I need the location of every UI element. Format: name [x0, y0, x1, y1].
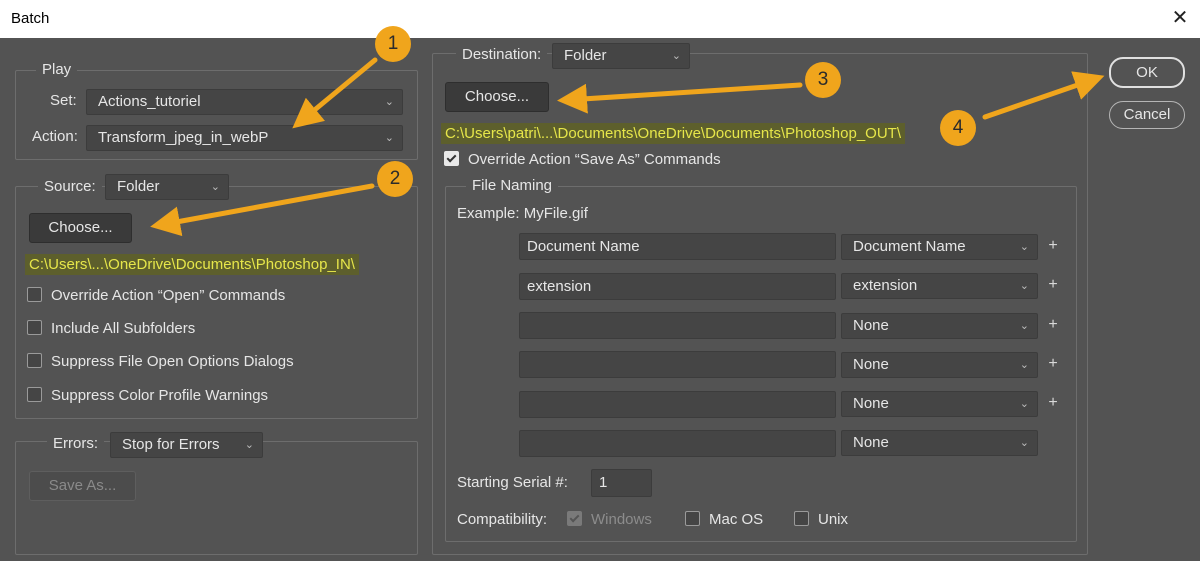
batch-dialog: Play Set: Actions_tutoriel ⌄ Action: Tra…	[0, 38, 1200, 561]
chevron-down-icon: ⌄	[1019, 241, 1029, 253]
naming-field-4[interactable]	[519, 351, 836, 378]
source-select[interactable]: Folder ⌄	[105, 174, 229, 200]
ok-button[interactable]: OK	[1109, 57, 1185, 88]
naming-field-3[interactable]	[519, 312, 836, 339]
action-select[interactable]: Transform_jpeg_in_webP ⌄	[86, 125, 403, 151]
checkbox-icon	[27, 320, 42, 335]
destination-path: C:\Users\patri\...\Documents\OneDrive\Do…	[441, 123, 906, 144]
destination-select-value: Folder	[564, 47, 607, 64]
source-select-value: Folder	[117, 178, 160, 195]
annotation-badge-1: 1	[375, 26, 411, 62]
action-select-value: Transform_jpeg_in_webP	[98, 129, 269, 146]
naming-field-6[interactable]	[519, 430, 836, 457]
naming-select-3[interactable]: None ⌄	[841, 313, 1038, 339]
action-label: Action:	[32, 128, 78, 145]
chevron-down-icon: ⌄	[210, 181, 220, 193]
play-legend: Play	[36, 61, 78, 78]
chevron-down-icon: ⌄	[1019, 398, 1029, 410]
override-save-as-checkbox[interactable]: Override Action “Save As” Commands	[444, 151, 721, 168]
compat-unix-label: Unix	[818, 511, 849, 528]
errors-select-value: Stop for Errors	[122, 436, 220, 453]
destination-select[interactable]: Folder ⌄	[552, 43, 690, 69]
checkbox-icon	[27, 353, 42, 368]
add-field-icon[interactable]: +	[1046, 276, 1060, 294]
naming-select-value: Document Name	[853, 238, 966, 255]
naming-field-5[interactable]	[519, 391, 836, 418]
override-save-as-label: Override Action “Save As” Commands	[468, 151, 721, 168]
naming-select-5[interactable]: None ⌄	[841, 391, 1038, 417]
checkbox-icon	[794, 511, 809, 526]
set-select[interactable]: Actions_tutoriel ⌄	[86, 89, 403, 115]
save-as-button[interactable]: Save As...	[29, 471, 136, 501]
errors-label: Errors:	[47, 435, 104, 452]
close-icon[interactable]: ✕	[1168, 6, 1192, 30]
add-field-icon[interactable]: +	[1046, 316, 1060, 334]
checkbox-icon	[685, 511, 700, 526]
naming-example: Example: MyFile.gif	[457, 205, 588, 222]
suppress-open-dialogs-label: Suppress File Open Options Dialogs	[51, 353, 294, 370]
compat-macos-checkbox[interactable]: Mac OS	[685, 511, 763, 528]
naming-select-value: None	[853, 395, 889, 412]
chevron-down-icon: ⌄	[384, 96, 394, 108]
naming-select-value: None	[853, 356, 889, 373]
naming-select-4[interactable]: None ⌄	[841, 352, 1038, 378]
naming-select-6[interactable]: None ⌄	[841, 430, 1038, 456]
suppress-color-warnings-label: Suppress Color Profile Warnings	[51, 387, 269, 404]
destination-choose-button[interactable]: Choose...	[445, 82, 549, 112]
compat-windows-label: Windows	[591, 511, 652, 528]
naming-select-value: None	[853, 317, 889, 334]
serial-label: Starting Serial #:	[457, 474, 568, 491]
suppress-color-warnings-checkbox[interactable]: Suppress Color Profile Warnings	[27, 387, 268, 404]
compat-macos-label: Mac OS	[709, 511, 764, 528]
naming-select-2[interactable]: extension ⌄	[841, 273, 1038, 299]
window-title: Batch	[11, 10, 50, 27]
compatibility-label: Compatibility:	[457, 511, 548, 528]
checkbox-icon	[27, 287, 42, 302]
naming-field-1[interactable]: Document Name	[519, 233, 836, 260]
compat-windows-checkbox[interactable]: Windows	[567, 511, 652, 528]
chevron-down-icon: ⌄	[244, 439, 254, 451]
chevron-down-icon: ⌄	[1019, 359, 1029, 371]
annotation-badge-3: 3	[805, 62, 841, 98]
add-field-icon[interactable]: +	[1046, 394, 1060, 412]
source-choose-button[interactable]: Choose...	[29, 213, 132, 243]
naming-select-value: extension	[853, 277, 918, 294]
set-select-value: Actions_tutoriel	[98, 93, 201, 110]
include-subfolders-label: Include All Subfolders	[51, 320, 196, 337]
checkbox-icon	[27, 387, 42, 402]
compat-unix-checkbox[interactable]: Unix	[794, 511, 848, 528]
source-path: C:\Users\...\OneDrive\Documents\Photosho…	[25, 254, 359, 275]
suppress-open-dialogs-checkbox[interactable]: Suppress File Open Options Dialogs	[27, 353, 294, 370]
naming-field-2[interactable]: extension	[519, 273, 836, 300]
chevron-down-icon: ⌄	[1019, 320, 1029, 332]
chevron-down-icon: ⌄	[384, 132, 394, 144]
include-subfolders-checkbox[interactable]: Include All Subfolders	[27, 320, 195, 337]
chevron-down-icon: ⌄	[1019, 280, 1029, 292]
annotation-badge-2: 2	[377, 161, 413, 197]
add-field-icon[interactable]: +	[1046, 355, 1060, 373]
checkbox-checked-icon	[567, 511, 582, 526]
naming-select-value: None	[853, 434, 889, 451]
errors-select[interactable]: Stop for Errors ⌄	[110, 432, 263, 458]
chevron-down-icon: ⌄	[671, 50, 681, 62]
destination-label: Destination:	[456, 46, 548, 63]
set-label: Set:	[50, 92, 77, 109]
annotation-badge-4: 4	[940, 110, 976, 146]
source-label: Source:	[38, 178, 102, 195]
file-naming-legend: File Naming	[466, 177, 559, 194]
cancel-button[interactable]: Cancel	[1109, 101, 1185, 129]
naming-select-1[interactable]: Document Name ⌄	[841, 234, 1038, 260]
serial-input[interactable]: 1	[591, 469, 652, 497]
override-open-checkbox[interactable]: Override Action “Open” Commands	[27, 287, 285, 304]
add-field-icon[interactable]: +	[1046, 237, 1060, 255]
checkbox-checked-icon	[444, 151, 459, 166]
title-bar: Batch ✕	[0, 0, 1200, 38]
chevron-down-icon: ⌄	[1019, 437, 1029, 449]
override-open-label: Override Action “Open” Commands	[51, 287, 286, 304]
